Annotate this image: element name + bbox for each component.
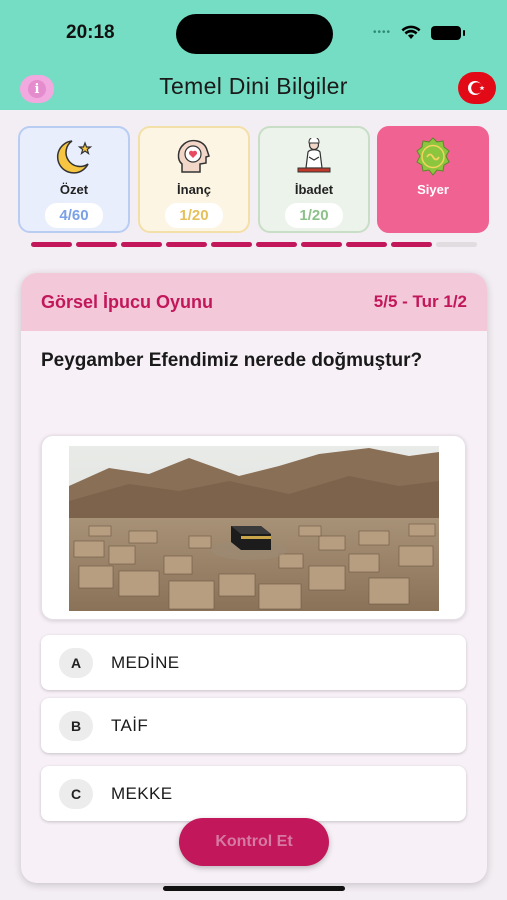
progress-segment <box>256 242 297 247</box>
hint-image-frame <box>41 435 466 620</box>
option-b[interactable]: B TAİF <box>41 698 466 753</box>
progress-segment <box>31 242 72 247</box>
status-time: 20:18 <box>66 22 115 43</box>
progress-bar <box>31 242 477 247</box>
check-button[interactable]: Kontrol Et <box>179 818 329 866</box>
option-text: TAİF <box>111 715 149 735</box>
quiz-round: 5/5 - Tur 1/2 <box>373 292 467 311</box>
quiz-title: Görsel İpucu Oyunu <box>41 291 214 312</box>
option-text: MEKKE <box>111 783 173 803</box>
category-label: Siyer <box>417 182 449 197</box>
category-label: İbadet <box>294 182 334 197</box>
status-icons: •••• <box>372 25 465 40</box>
heart-head-icon <box>174 138 214 176</box>
category-count: 1/20 <box>285 203 343 228</box>
category-ozet[interactable]: Özet 4/60 <box>18 126 130 233</box>
progress-segment <box>76 242 117 247</box>
praying-man-icon <box>292 138 336 176</box>
option-text: MEDİNE <box>111 652 180 672</box>
question-text: Peygamber Efendimiz nerede doğmuştur? <box>41 350 423 371</box>
battery-icon <box>431 25 465 40</box>
progress-segment <box>211 242 252 247</box>
progress-segment <box>301 242 342 247</box>
category-count: 4/60 <box>45 203 103 228</box>
quiz-card: Görsel İpucu Oyunu 5/5 - Tur 1/2 Peygamb… <box>21 273 487 883</box>
category-label: Özet <box>59 182 89 197</box>
option-letter: A <box>59 647 93 678</box>
progress-segment <box>121 242 162 247</box>
progress-segment <box>346 242 387 247</box>
category-label: İnanç <box>177 182 211 197</box>
page-title: Temel Dini Bilgiler <box>159 73 348 99</box>
category-inanc[interactable]: İnanç 1/20 <box>138 126 250 233</box>
category-count: 1/20 <box>165 203 223 228</box>
progress-segment <box>166 242 207 247</box>
option-c[interactable]: C MEKKE <box>41 766 466 821</box>
progress-segment <box>436 242 477 247</box>
option-letter: B <box>59 710 93 741</box>
progress-segment <box>391 242 432 247</box>
option-letter: C <box>59 778 93 809</box>
option-a[interactable]: A MEDİNE <box>41 635 466 690</box>
category-ibadet[interactable]: İbadet 1/20 <box>258 126 370 233</box>
dynamic-island <box>176 14 333 54</box>
crescent-star-icon <box>52 138 96 176</box>
seal-icon <box>411 137 455 176</box>
app-header: 20:18 •••• i Temel Dini Bilgiler <box>0 0 507 110</box>
cellular-icon: •••• <box>372 27 391 38</box>
category-siyer[interactable]: Siyer <box>377 126 489 233</box>
language-button[interactable] <box>458 72 496 104</box>
turkey-flag-icon <box>468 81 485 95</box>
wifi-icon <box>401 25 421 39</box>
mecca-hint-image <box>69 446 439 611</box>
quiz-header: Görsel İpucu Oyunu 5/5 - Tur 1/2 <box>21 273 487 331</box>
home-indicator <box>163 886 345 891</box>
